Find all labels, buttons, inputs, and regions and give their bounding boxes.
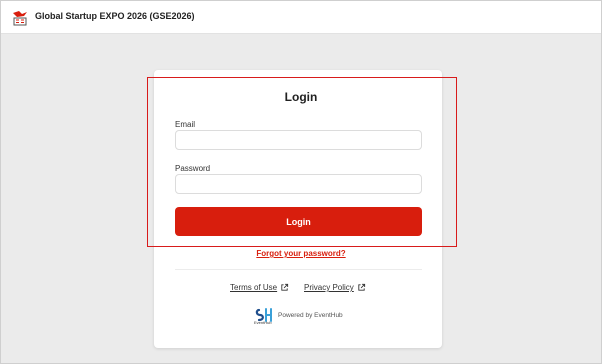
- expo-logo-icon: [13, 11, 27, 26]
- top-bar: Global Startup EXPO 2026 (GSE2026): [0, 0, 602, 34]
- password-field[interactable]: [175, 174, 422, 194]
- login-title: Login: [284, 90, 318, 104]
- footer-divider: [175, 269, 422, 270]
- login-button[interactable]: Login: [175, 207, 422, 236]
- email-field[interactable]: [175, 130, 422, 150]
- email-label: Email: [175, 120, 196, 129]
- external-link-icon: [358, 283, 365, 291]
- password-label: Password: [175, 164, 211, 173]
- privacy-policy-label: Privacy Policy: [304, 283, 354, 292]
- privacy-policy-link[interactable]: Privacy Policy: [304, 283, 366, 292]
- app-title: Global Startup EXPO 2026 (GSE2026): [35, 11, 195, 21]
- forgot-password-link[interactable]: Forgot your password?: [0, 249, 602, 258]
- terms-of-use-label: Terms of Use: [230, 283, 278, 292]
- eventhub-brand-label: EventHub: [254, 320, 272, 325]
- external-link-icon: [281, 283, 289, 291]
- terms-of-use-link[interactable]: Terms of Use: [230, 283, 289, 292]
- powered-by-text: Powered by EventHub: [278, 312, 343, 319]
